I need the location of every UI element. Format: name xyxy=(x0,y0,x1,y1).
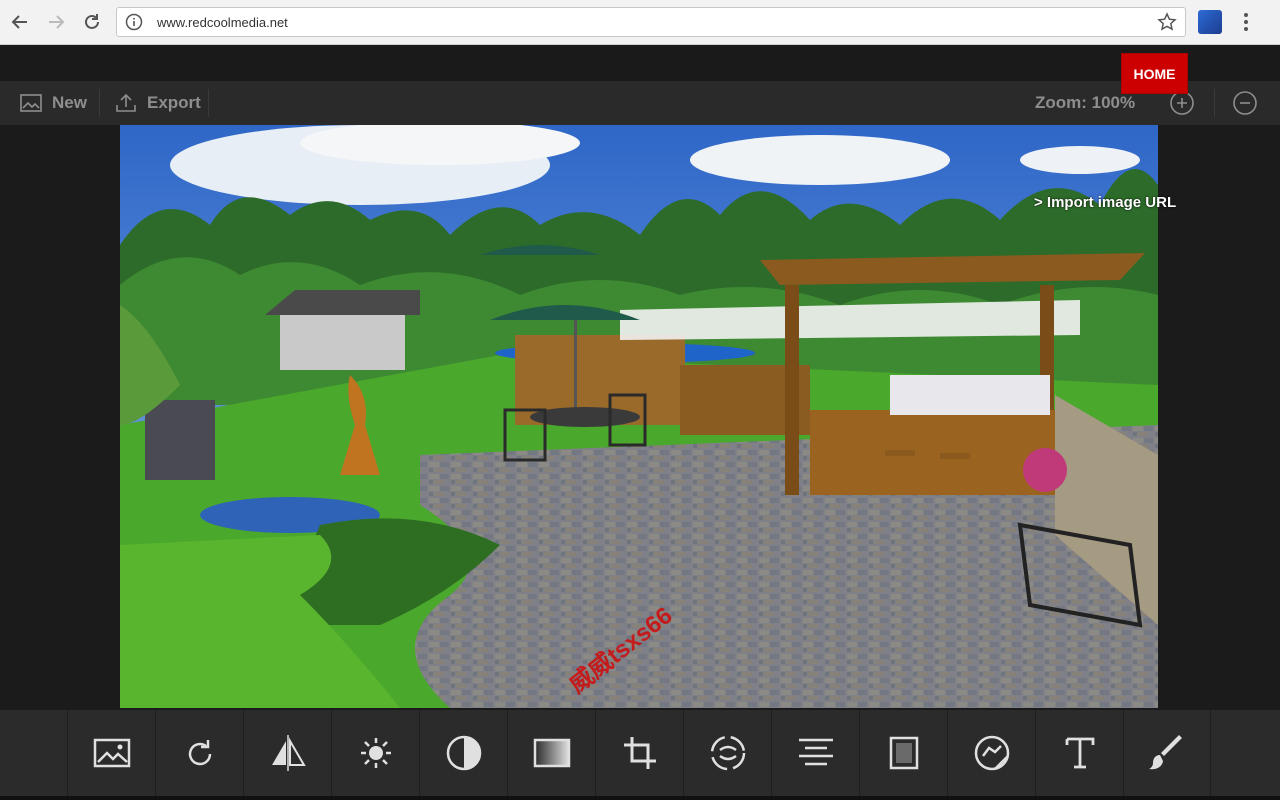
flip-icon xyxy=(271,735,306,771)
toolbar-divider xyxy=(208,89,209,117)
tool-text[interactable] xyxy=(1035,710,1123,796)
browser-toolbar: www.redcoolmedia.net xyxy=(0,0,1280,45)
bottom-tools-bar xyxy=(0,710,1280,796)
tool-focus[interactable] xyxy=(683,710,771,796)
crop-icon xyxy=(623,737,656,769)
tool-gradient[interactable] xyxy=(507,710,595,796)
contrast-icon xyxy=(446,735,481,771)
tool-frame[interactable] xyxy=(859,710,947,796)
align-icon xyxy=(798,738,833,766)
image-icon xyxy=(93,738,130,768)
browser-menu-icon[interactable] xyxy=(1238,10,1254,34)
home-button[interactable]: HOME xyxy=(1121,53,1188,94)
tool-flip[interactable] xyxy=(243,710,331,796)
bottom-edge xyxy=(0,796,1280,800)
back-button[interactable] xyxy=(8,10,32,34)
address-bar[interactable]: www.redcoolmedia.net xyxy=(116,7,1186,37)
forward-button[interactable] xyxy=(44,10,68,34)
app-top-strip xyxy=(0,45,1280,81)
export-button[interactable]: Export xyxy=(115,81,201,125)
zoom-out-icon[interactable] xyxy=(1232,90,1258,116)
tool-brush[interactable] xyxy=(1123,710,1211,796)
tool-align[interactable] xyxy=(771,710,859,796)
new-image-icon xyxy=(20,94,42,112)
extension-icon[interactable] xyxy=(1198,10,1222,34)
text-icon xyxy=(1065,737,1094,769)
brush-icon xyxy=(1149,735,1182,770)
new-button[interactable]: New xyxy=(20,81,87,125)
zoom-level: Zoom: 100% xyxy=(1035,93,1136,112)
info-icon[interactable] xyxy=(125,13,143,31)
toolbar-divider xyxy=(1214,89,1215,117)
reload-icon xyxy=(85,14,99,29)
forward-arrow-icon xyxy=(49,15,65,29)
bookmark-star-icon[interactable] xyxy=(1157,12,1177,32)
gradient-icon xyxy=(533,738,570,768)
frame-icon xyxy=(889,736,918,770)
upload-icon xyxy=(116,93,136,112)
sticker-icon xyxy=(974,735,1009,771)
export-label: Export xyxy=(147,93,201,112)
tool-brightness[interactable] xyxy=(331,710,419,796)
focus-icon xyxy=(710,735,745,771)
rotate-icon xyxy=(188,740,211,766)
toolbar-divider xyxy=(99,89,100,117)
reload-button[interactable] xyxy=(80,10,104,34)
tool-image[interactable] xyxy=(67,710,155,796)
editor-toolbar: New Export Zoom: 100% xyxy=(0,81,1280,125)
tool-contrast[interactable] xyxy=(419,710,507,796)
new-label: New xyxy=(52,93,87,112)
import-image-url-link[interactable]: > Import image URL xyxy=(1034,194,1176,211)
tool-rotate[interactable] xyxy=(155,710,243,796)
brightness-icon xyxy=(360,738,391,768)
tool-sticker[interactable] xyxy=(947,710,1035,796)
url-text[interactable]: www.redcoolmedia.net xyxy=(157,15,288,30)
tool-crop[interactable] xyxy=(595,710,683,796)
back-arrow-icon xyxy=(11,15,27,29)
